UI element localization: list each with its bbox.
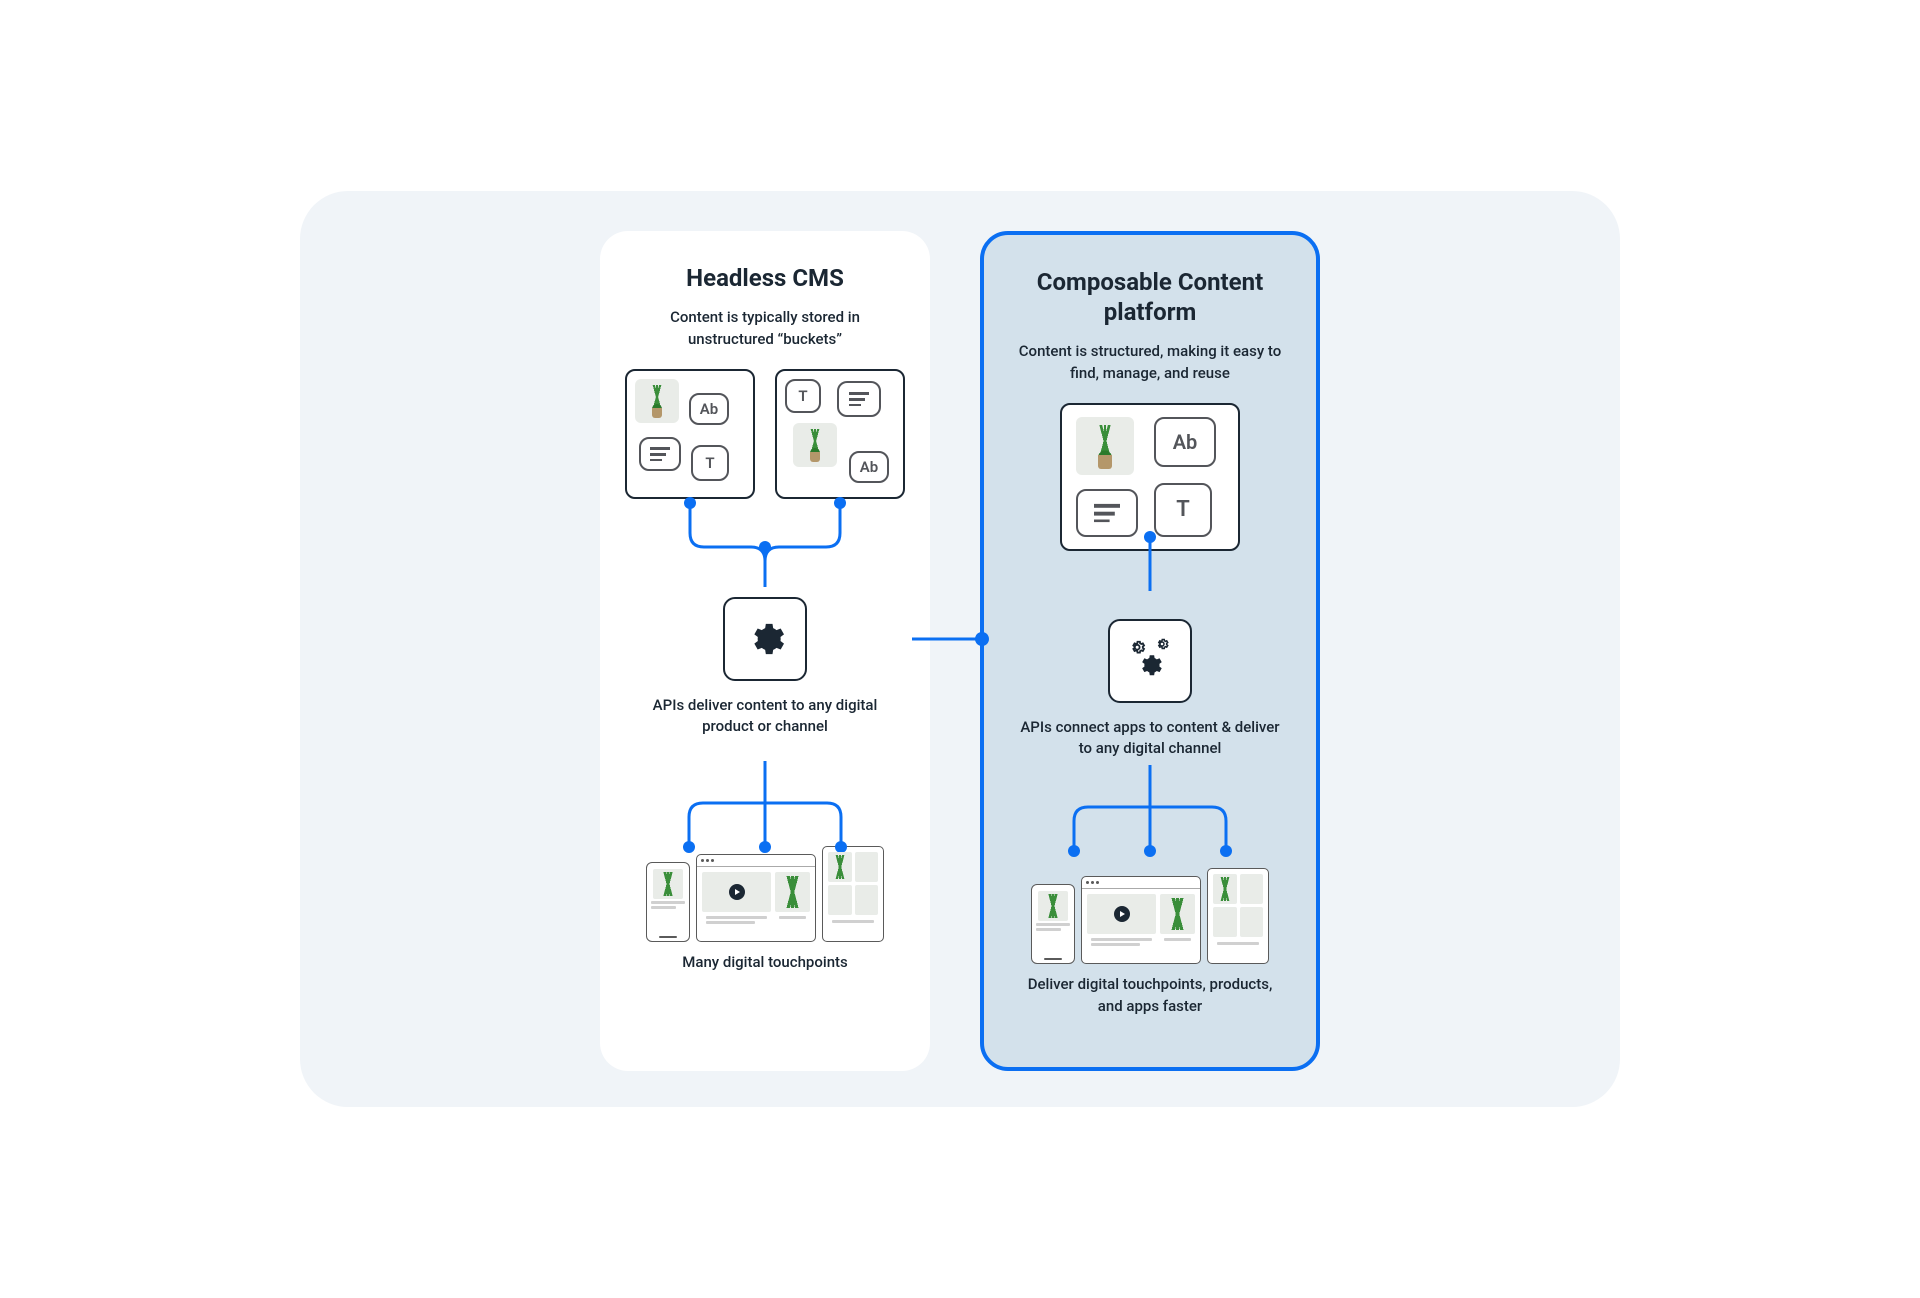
composable-title: Composable Content platform [1008,267,1292,327]
composable-desc-top: Content is structured, making it easy to… [1008,341,1292,385]
api-gear-box [723,597,807,681]
bucket-row: Ab T T Ab [624,369,906,499]
paragraph-icon [1076,489,1138,537]
headless-title: Headless CMS [624,263,906,293]
plant-image-icon [1076,417,1134,475]
phone-icon [1031,884,1075,964]
headless-desc-mid: APIs deliver content to any digital prod… [624,695,906,739]
phone-icon [646,862,690,942]
tablet-icon [822,846,884,942]
headless-cms-panel: Headless CMS Content is typically stored… [600,231,930,1071]
text-t-icon: T [691,445,729,481]
gear-icon [745,619,785,659]
tablet-icon [1207,868,1269,964]
api-gears-box [1108,619,1192,703]
multi-gear-icon [1122,636,1178,686]
text-t-icon: T [1154,483,1212,537]
text-ab-icon: Ab [689,393,729,425]
bucket-box: Ab T [625,369,755,499]
browser-icon [1081,876,1201,964]
composable-panel: Composable Content platform Content is s… [980,231,1320,1071]
bucket-box: T Ab [775,369,905,499]
text-ab-icon: Ab [849,451,889,483]
composable-desc-bottom: Deliver digital touchpoints, products, a… [1008,974,1292,1018]
text-ab-icon: Ab [1154,417,1216,467]
paragraph-icon [837,381,881,417]
plant-image-icon [635,379,679,423]
browser-icon [696,854,816,942]
touchpoints-group [624,842,906,942]
diagram-canvas: Headless CMS Content is typically stored… [300,191,1620,1107]
plant-image-icon [793,423,837,467]
headless-desc-top: Content is typically stored in unstructu… [624,307,906,351]
paragraph-icon [639,437,681,471]
structured-content-box: Ab T [1060,403,1240,551]
headless-desc-bottom: Many digital touchpoints [624,952,906,974]
text-t-icon: T [785,379,821,413]
composable-desc-mid: APIs connect apps to content & deliver t… [1008,717,1292,761]
touchpoints-group-r [1008,864,1292,964]
